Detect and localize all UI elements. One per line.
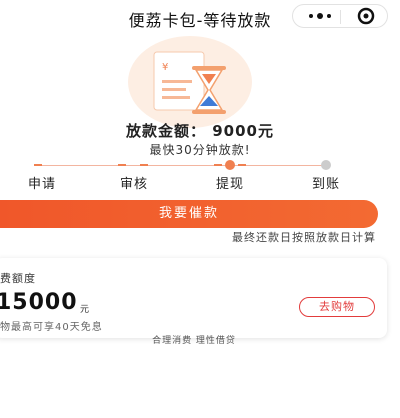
- credit-amount: 15000: [0, 290, 78, 315]
- progress-tick: [214, 164, 222, 166]
- step-review: 审核: [119, 177, 148, 192]
- target-icon[interactable]: [349, 5, 383, 27]
- nav-header: 便荔卡包-等待放款: [0, 0, 400, 34]
- credit-card: 费额度 15000 元 物最高可享40天免息 去购物: [0, 258, 387, 338]
- urge-payment-button[interactable]: 我要催款: [0, 200, 378, 228]
- footer-note: 合理消费 理性借贷: [152, 336, 236, 346]
- svg-text:¥: ¥: [162, 62, 168, 73]
- capsule-divider: [340, 10, 341, 24]
- repayment-note: 最终还款日按照放款日计算: [232, 231, 376, 244]
- credit-description: 物最高可享40天免息: [0, 322, 103, 333]
- more-icon[interactable]: [303, 5, 337, 27]
- progress-dot-pending: [321, 160, 331, 170]
- progress-line: [40, 165, 326, 166]
- step-arrived: 到账: [311, 177, 340, 192]
- credit-unit: 元: [80, 305, 90, 315]
- go-shopping-button[interactable]: 去购物: [299, 297, 375, 317]
- progress-dot-current: [225, 160, 235, 170]
- progress-tick: [238, 164, 246, 166]
- loan-amount: 放款金额： 9000元: [126, 122, 274, 140]
- progress-tick: [34, 164, 42, 166]
- credit-label: 费额度: [0, 272, 36, 285]
- progress-tick: [140, 164, 148, 166]
- step-withdraw: 提现: [215, 177, 244, 192]
- eta-subtitle: 最快30分钟放款!: [149, 143, 251, 157]
- step-apply: 申请: [27, 177, 56, 192]
- mini-program-capsule: [292, 4, 388, 28]
- progress-tick: [118, 164, 126, 166]
